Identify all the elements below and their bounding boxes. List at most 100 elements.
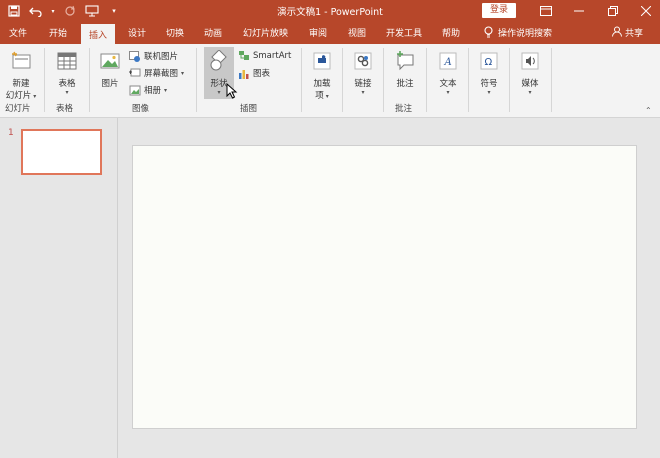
mouse-cursor-icon (226, 83, 238, 99)
photo-album-label: 相册 (144, 86, 162, 96)
group-divider (383, 48, 384, 112)
group-label-tables: 表格 (56, 104, 74, 114)
chart-label: 图表 (253, 69, 271, 79)
media-label: 媒体 (521, 79, 539, 89)
media-button[interactable]: 媒体 ▾ (516, 50, 544, 96)
tab-transitions[interactable]: 切换 (166, 26, 184, 39)
picture-label: 图片 (101, 79, 119, 89)
share-label: 共享 (625, 29, 644, 39)
chevron-down-icon: ▾ (164, 86, 168, 94)
tab-review[interactable]: 审阅 (309, 26, 327, 39)
chevron-down-icon: ▾ (31, 93, 37, 100)
slide-canvas[interactable] (132, 145, 637, 429)
minimize-icon[interactable] (567, 2, 591, 20)
group-divider (44, 48, 45, 112)
speaker-icon (521, 52, 539, 70)
chevron-down-icon: ▾ (323, 93, 329, 100)
photo-album-icon (129, 85, 141, 95)
tab-insert[interactable]: 插入 (81, 24, 116, 44)
slide-number: 1 (8, 128, 14, 138)
smartart-icon (239, 51, 249, 60)
addins-button[interactable]: 加载 项 ▾ (308, 50, 336, 101)
group-divider (509, 48, 510, 112)
table-label: 表格 (58, 79, 76, 89)
picture-button[interactable]: 图片 (96, 50, 124, 89)
tab-view[interactable]: 视图 (348, 26, 366, 39)
online-pictures-icon (129, 50, 140, 62)
screenshot-button[interactable]: 屏幕截图 ▾ (129, 67, 184, 79)
group-label-slides: 幻灯片 (5, 104, 31, 114)
chevron-down-icon: ▾ (528, 89, 532, 96)
ribbon-tabs: 文件 开始 插入 设计 切换 动画 幻灯片放映 审阅 视图 开发工具 帮助 操作… (0, 22, 660, 44)
tab-home[interactable]: 开始 (49, 26, 67, 39)
link-button[interactable]: 链接 ▾ (349, 50, 377, 96)
picture-icon (100, 53, 120, 69)
ribbon-display-options-icon[interactable] (534, 2, 558, 20)
group-divider (551, 48, 552, 112)
new-slide-button[interactable]: 新建 幻灯片 ▾ (3, 50, 39, 101)
addins-label-1: 加载 (313, 79, 331, 89)
symbols-button[interactable]: Ω 符号 ▾ (475, 50, 503, 96)
omega-icon: Ω (480, 52, 498, 70)
new-slide-label-2: 幻灯片 (5, 91, 32, 101)
title-bar: ▾ ▾ 演示文稿1 - PowerPoint 登录 (0, 0, 660, 22)
tab-slideshow[interactable]: 幻灯片放映 (243, 26, 288, 39)
text-button[interactable]: A 文本 ▾ (434, 50, 462, 96)
slide-thumbnail[interactable] (21, 129, 102, 175)
group-divider (426, 48, 427, 112)
comment-icon (397, 51, 414, 71)
person-icon (612, 26, 622, 37)
group-label-illustrations: 插图 (240, 104, 258, 114)
tab-file[interactable]: 文件 (9, 26, 27, 39)
photo-album-button[interactable]: 相册 ▾ (129, 84, 167, 96)
online-pictures-label: 联机图片 (144, 52, 179, 62)
restore-icon[interactable] (601, 2, 625, 20)
collapse-ribbon-icon[interactable]: ⌃ (645, 106, 652, 115)
group-divider (196, 48, 197, 112)
tab-design[interactable]: 设计 (128, 26, 146, 39)
tab-animations[interactable]: 动画 (204, 26, 222, 39)
chevron-down-icon: ▾ (65, 89, 69, 96)
window-controls (534, 2, 658, 20)
lightbulb-icon (484, 26, 493, 38)
text-label: 文本 (439, 79, 457, 89)
slides-panel: 1 (0, 118, 118, 458)
tell-me-label: 操作说明搜索 (498, 29, 553, 39)
group-divider (301, 48, 302, 112)
addins-label-2: 项 (315, 91, 324, 101)
table-button[interactable]: 表格 ▾ (51, 50, 83, 96)
group-label-comments: 批注 (395, 104, 413, 114)
tab-help[interactable]: 帮助 (442, 26, 460, 39)
table-icon (57, 52, 77, 70)
addins-icon (313, 52, 331, 70)
group-divider (342, 48, 343, 112)
link-icon (354, 52, 372, 70)
chart-icon (239, 69, 249, 79)
tell-me-search[interactable]: 操作说明搜索 (484, 26, 552, 39)
chevron-down-icon: ▾ (446, 89, 450, 96)
shapes-icon (210, 49, 227, 71)
chevron-down-icon: ▾ (181, 69, 185, 77)
smartart-button[interactable]: SmartArt (238, 50, 291, 61)
svg-text:A: A (444, 57, 452, 68)
group-divider (468, 48, 469, 112)
comment-label: 批注 (396, 79, 414, 89)
close-icon[interactable] (634, 2, 658, 20)
tab-developer[interactable]: 开发工具 (386, 26, 422, 39)
chevron-down-icon: ▾ (361, 89, 365, 96)
comment-button[interactable]: 批注 (391, 50, 419, 89)
new-slide-icon (12, 51, 31, 69)
chevron-down-icon: ▾ (487, 89, 491, 96)
new-slide-label-1: 新建 (12, 79, 30, 89)
group-divider (89, 48, 90, 112)
share-button[interactable]: 共享 (612, 26, 643, 39)
login-button[interactable]: 登录 (482, 3, 516, 18)
online-pictures-button[interactable]: 联机图片 (129, 50, 178, 62)
group-label-images: 图像 (132, 104, 150, 114)
smartart-label: SmartArt (253, 50, 292, 61)
symbols-label: 符号 (480, 79, 498, 89)
link-label: 链接 (354, 79, 372, 89)
screenshot-icon (129, 68, 141, 76)
svg-text:Ω: Ω (485, 57, 493, 68)
chart-button[interactable]: 图表 (238, 67, 270, 79)
